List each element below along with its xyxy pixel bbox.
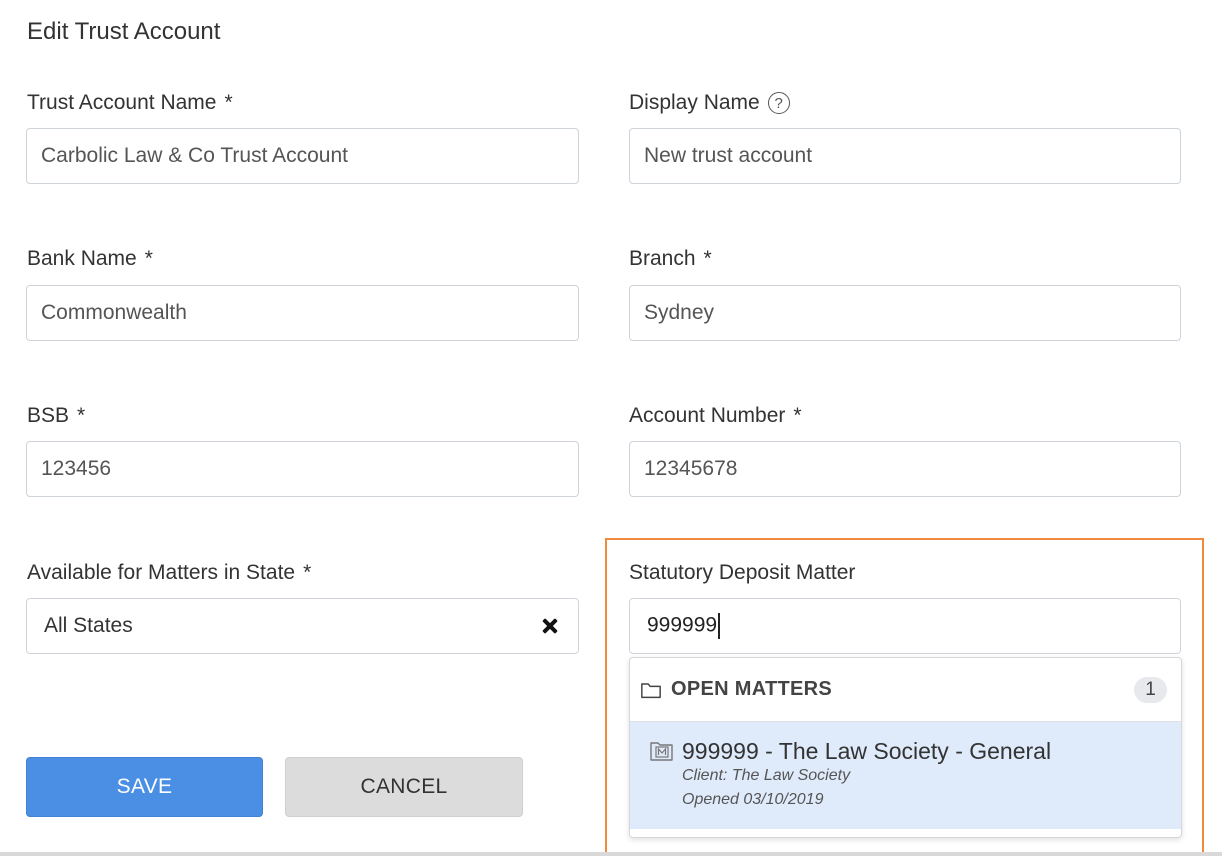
statutory-deposit-matter-label: Statutory Deposit Matter — [629, 561, 856, 584]
account-number-input[interactable]: 12345678 — [629, 441, 1181, 497]
save-button[interactable]: SAVE — [26, 757, 263, 817]
display-name-label: Display Name ? — [629, 91, 790, 115]
trust-account-name-input[interactable]: Carbolic Law & Co Trust Account — [26, 128, 579, 184]
statutory-deposit-matter-input[interactable]: 999999 — [629, 598, 1181, 654]
bank-name-input[interactable]: Commonwealth — [26, 285, 579, 341]
matter-option[interactable]: 999999 - The Law Society - General Clien… — [630, 722, 1181, 829]
matter-option-client: Client: The Law Society — [682, 767, 851, 784]
branch-input[interactable]: Sydney — [629, 285, 1181, 341]
cancel-button[interactable]: CANCEL — [285, 757, 523, 817]
trust-account-name-label: Trust Account Name * — [27, 91, 233, 114]
branch-label: Branch * — [629, 247, 712, 270]
dropdown-group-header: OPEN MATTERS 1 — [630, 658, 1181, 722]
state-select[interactable]: All States — [26, 598, 579, 654]
text-cursor — [718, 613, 721, 639]
account-number-label: Account Number * — [629, 404, 802, 427]
folder-icon — [641, 682, 661, 698]
matter-option-title: 999999 - The Law Society - General — [682, 738, 1052, 764]
bsb-label: BSB * — [27, 404, 86, 427]
matter-option-opened: Opened 03/10/2019 — [682, 791, 824, 808]
display-name-input[interactable]: New trust account — [629, 128, 1181, 184]
group-title: OPEN MATTERS — [671, 678, 833, 700]
count-badge: 1 — [1134, 676, 1167, 703]
state-label: Available for Matters in State * — [27, 561, 312, 584]
help-icon[interactable]: ? — [767, 92, 790, 114]
page-title: Edit Trust Account — [27, 18, 221, 45]
bank-name-label: Bank Name * — [27, 247, 153, 270]
clear-icon[interactable] — [540, 616, 560, 636]
matter-dropdown: OPEN MATTERS 1 999999 - The Law Society … — [629, 657, 1182, 838]
bottom-divider — [0, 852, 1222, 856]
bsb-input[interactable]: 123456 — [26, 441, 579, 497]
matter-icon — [650, 742, 673, 761]
